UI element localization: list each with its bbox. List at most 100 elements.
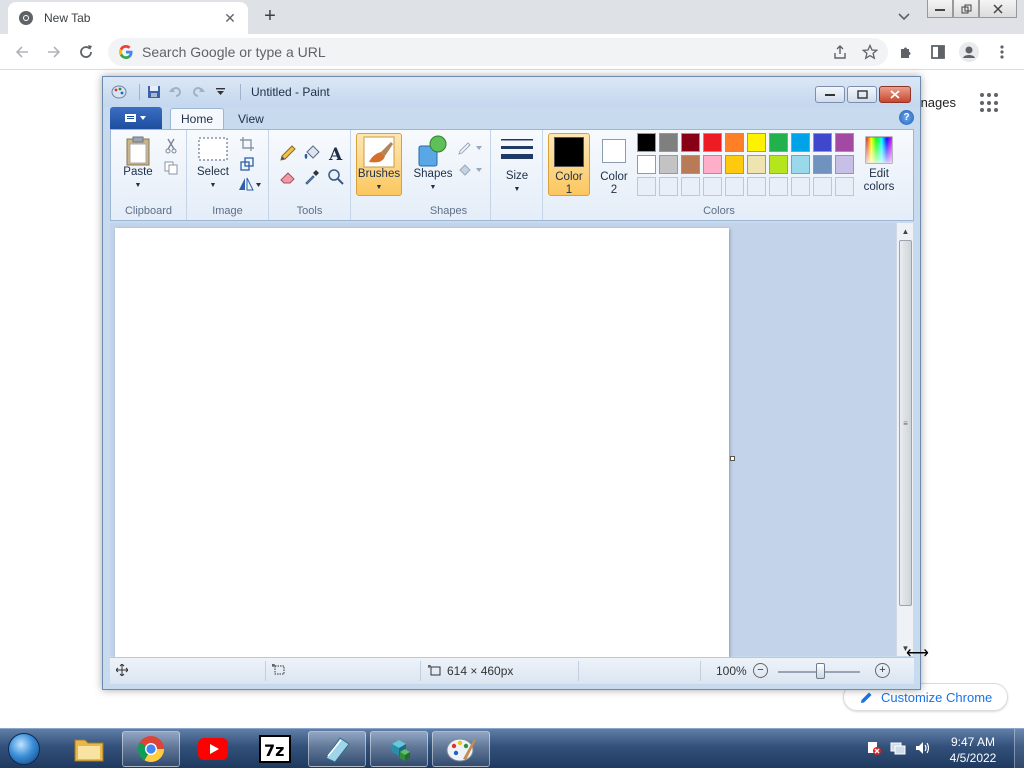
paint-titlebar[interactable]: Untitled - Paint [103, 77, 920, 107]
taskbar-paint[interactable] [432, 731, 490, 767]
extensions-button[interactable] [894, 40, 918, 64]
cut-button[interactable] [161, 136, 181, 156]
palette-empty-swatch[interactable] [681, 177, 700, 196]
zoom-in-button[interactable]: + [875, 663, 890, 678]
omnibox[interactable]: Search Google or type a URL [108, 38, 888, 66]
canvas-resize-handle[interactable] [730, 456, 735, 461]
resize-button[interactable] [237, 154, 257, 174]
copy-button[interactable] [161, 158, 181, 178]
chrome-menu-button[interactable] [990, 40, 1014, 64]
zoom-out-button[interactable]: − [753, 663, 768, 678]
palette-swatch[interactable] [681, 133, 700, 152]
palette-swatch[interactable] [835, 133, 854, 152]
rotate-button[interactable] [237, 174, 263, 194]
start-button[interactable] [4, 731, 44, 767]
window-close-button[interactable] [979, 0, 1017, 18]
redo-button[interactable] [190, 84, 206, 100]
palette-swatch[interactable] [747, 133, 766, 152]
shapes-button[interactable]: Shapes ▼ [411, 134, 455, 194]
palette-swatch[interactable] [637, 155, 656, 174]
edit-colors-button[interactable]: Edit colors [857, 136, 901, 194]
palette-swatch[interactable] [703, 133, 722, 152]
size-button[interactable]: Size ▼ [495, 136, 539, 196]
palette-empty-swatch[interactable] [791, 177, 810, 196]
palette-swatch[interactable] [813, 155, 832, 174]
crop-button[interactable] [237, 134, 257, 154]
tab-home[interactable]: Home [170, 108, 225, 129]
select-button[interactable]: Select ▼ [193, 136, 233, 192]
palette-swatch[interactable] [725, 133, 744, 152]
scroll-up-arrow-icon[interactable]: ▲ [897, 223, 914, 239]
tray-volume-icon[interactable] [914, 737, 930, 759]
color2-button[interactable]: Color 2 [593, 136, 635, 197]
google-apps-icon[interactable] [980, 93, 1000, 113]
taskbar-clock[interactable]: 9:47 AM 4/5/2022 [943, 734, 1003, 766]
palette-swatch[interactable] [791, 155, 810, 174]
tab-new-tab[interactable]: New Tab ✕ [8, 2, 248, 34]
outline-button[interactable] [457, 138, 485, 158]
pencil-tool-button[interactable] [277, 142, 299, 164]
undo-button[interactable] [168, 84, 184, 100]
palette-swatch[interactable] [659, 133, 678, 152]
taskbar-explorer[interactable] [60, 731, 118, 767]
forward-button[interactable] [42, 40, 66, 64]
bookmark-button[interactable] [858, 40, 882, 64]
palette-swatch[interactable] [791, 133, 810, 152]
palette-swatch[interactable] [681, 155, 700, 174]
paint-minimize-button[interactable] [815, 86, 845, 103]
scroll-thumb[interactable]: ≡ [899, 240, 912, 606]
paint-app-icon[interactable] [111, 84, 127, 100]
paint-close-button[interactable] [879, 86, 911, 103]
eraser-tool-button[interactable] [277, 166, 299, 188]
reload-button[interactable] [74, 40, 98, 64]
taskbar-youtube[interactable] [184, 731, 242, 767]
tab-close-icon[interactable]: ✕ [222, 10, 238, 27]
color1-button[interactable]: Color 1 [548, 133, 590, 196]
vertical-scrollbar[interactable]: ▲ ≡ ▼ [896, 223, 913, 656]
tab-view[interactable]: View [228, 108, 274, 129]
select-dropdown-icon[interactable]: ▼ [210, 179, 217, 192]
help-icon[interactable]: ? [899, 110, 914, 125]
window-minimize-button[interactable] [927, 0, 953, 18]
palette-empty-swatch[interactable] [659, 177, 678, 196]
paint-maximize-button[interactable] [847, 86, 877, 103]
palette-empty-swatch[interactable] [813, 177, 832, 196]
tab-search-chevron-icon[interactable] [894, 8, 914, 26]
save-button[interactable] [146, 84, 162, 100]
taskbar-notepad[interactable] [308, 731, 366, 767]
palette-swatch[interactable] [637, 133, 656, 152]
palette-swatch[interactable] [659, 155, 678, 174]
palette-swatch[interactable] [769, 155, 788, 174]
tray-action-center-icon[interactable] [866, 737, 882, 759]
palette-empty-swatch[interactable] [835, 177, 854, 196]
taskbar-7zip[interactable]: 7z [246, 731, 304, 767]
palette-swatch[interactable] [813, 133, 832, 152]
back-button[interactable] [10, 40, 34, 64]
paint-file-menu-button[interactable] [110, 107, 162, 129]
share-button[interactable] [828, 40, 852, 64]
show-desktop-button[interactable] [1014, 729, 1024, 768]
palette-empty-swatch[interactable] [769, 177, 788, 196]
palette-empty-swatch[interactable] [747, 177, 766, 196]
fill-button[interactable] [457, 160, 485, 180]
magnifier-tool-button[interactable] [325, 166, 347, 188]
brushes-button[interactable]: Brushes ▼ [356, 133, 402, 196]
tray-network-icon[interactable] [890, 737, 906, 759]
palette-empty-swatch[interactable] [637, 177, 656, 196]
palette-swatch[interactable] [747, 155, 766, 174]
ntp-images-link[interactable]: nages [920, 95, 956, 110]
text-tool-button[interactable]: A [325, 142, 347, 164]
paste-button[interactable]: Paste ▼ [119, 136, 157, 192]
taskbar-chrome[interactable] [122, 731, 180, 767]
side-panel-button[interactable] [926, 40, 950, 64]
palette-swatch[interactable] [769, 133, 788, 152]
window-restore-button[interactable] [953, 0, 979, 18]
qat-customize-dropdown[interactable] [212, 84, 228, 100]
color-picker-tool-button[interactable] [301, 166, 323, 188]
palette-empty-swatch[interactable] [725, 177, 744, 196]
palette-swatch[interactable] [703, 155, 722, 174]
paste-dropdown-icon[interactable]: ▼ [135, 179, 142, 192]
taskbar-cubes-app[interactable] [370, 731, 428, 767]
profile-button[interactable] [957, 40, 981, 64]
fill-tool-button[interactable] [301, 142, 323, 164]
